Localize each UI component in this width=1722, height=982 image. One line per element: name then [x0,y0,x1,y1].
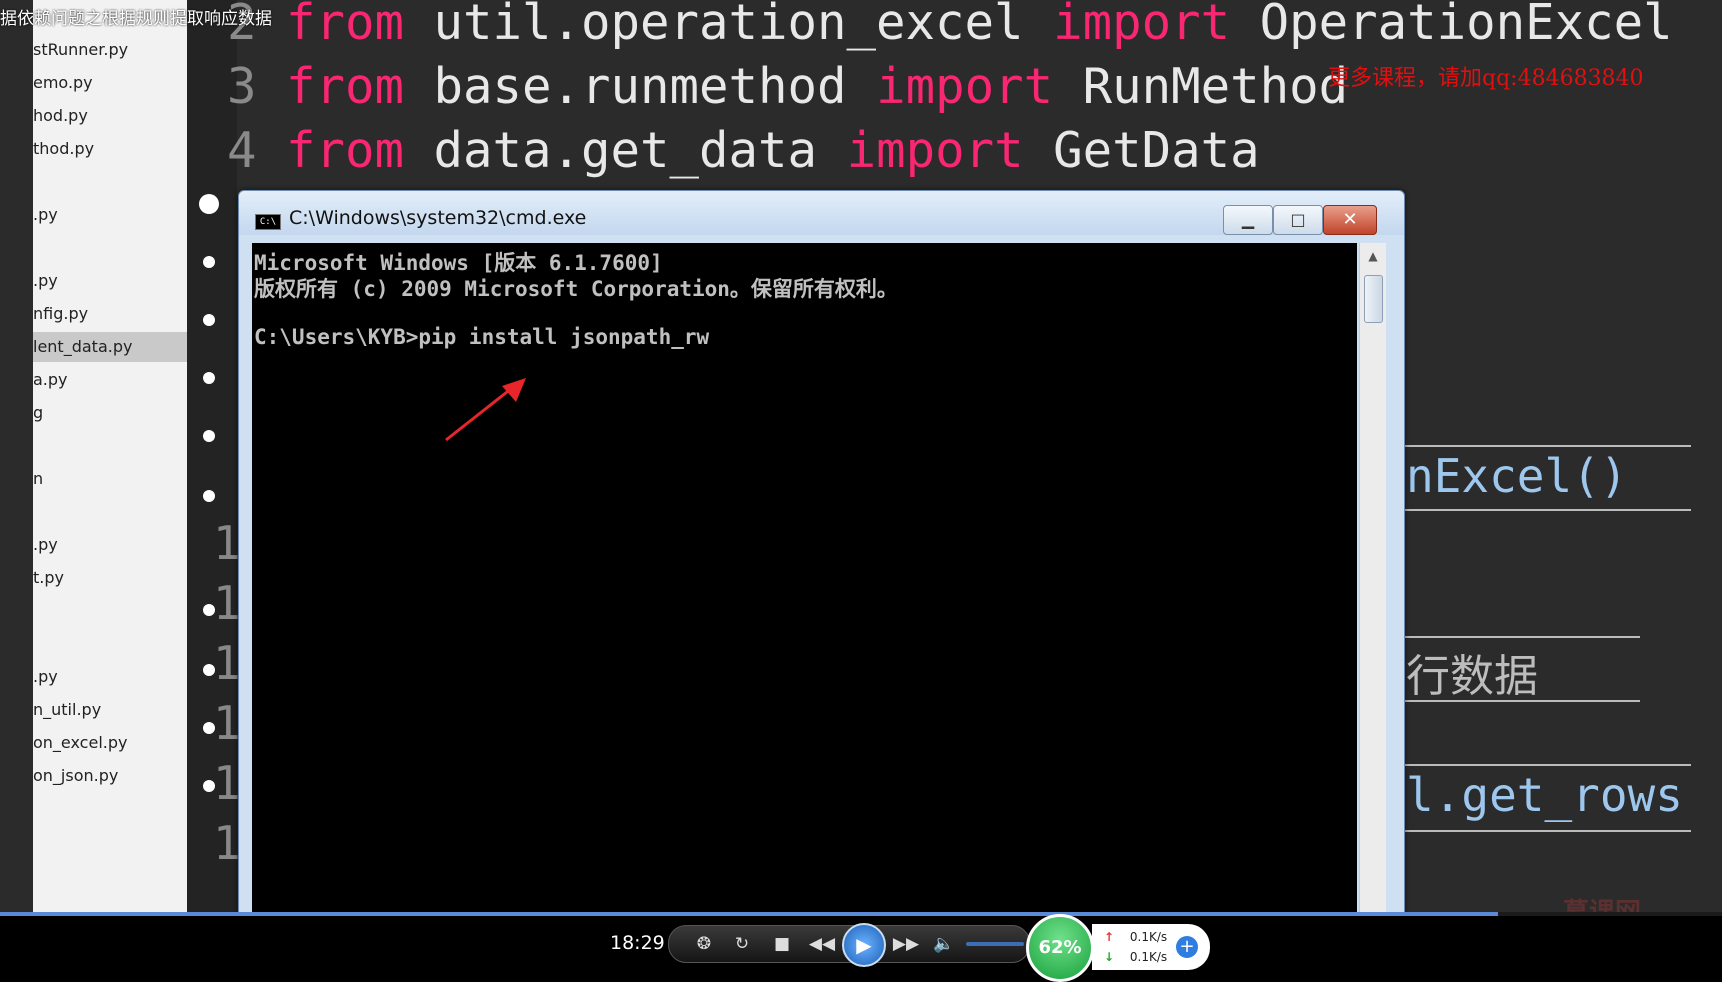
stop-button[interactable]: ■ [767,926,797,962]
file-tree-item[interactable]: thod.py [33,134,187,164]
breakpoint-dot [203,256,215,268]
code-keyword: from [286,58,405,115]
line-number: 4 [227,122,257,179]
code-token: RunMethod [1053,58,1349,115]
fast-forward-button[interactable]: ▶▶ [891,926,921,962]
scroll-up-arrow-icon[interactable]: ▲ [1360,243,1386,269]
code-keyword: from [286,122,405,179]
line-number: 1 [213,696,241,750]
file-tree-item[interactable]: .py [33,200,187,230]
red-arrow-annotation-icon [445,378,526,442]
close-button[interactable]: ✕ [1323,205,1377,235]
breakpoint-dot [203,430,215,442]
breakpoint-dot [203,490,215,502]
replay-icon[interactable]: ↻ [727,926,757,962]
line-number: 1 [213,516,241,570]
video-frame[interactable]: stRunner.py emo.py hod.py thod.py .py .py nfig… [0,0,1722,912]
file-tree-item[interactable]: emo.py [33,68,187,98]
line-number: 1 [213,756,241,810]
code-keyword: import [1053,0,1231,51]
file-tree-item[interactable]: a.py [33,365,187,395]
file-tree-item[interactable]: stRunner.py [33,35,187,65]
file-tree-item[interactable]: .py [33,662,187,692]
code-line: 4 from data.get_data import GetData [227,122,1260,179]
player-control-bar: 18:29 ❂ ↻ ■ ◀◀ ▶ ▶▶ 🔈 62% ↑ 0.1K/s ↓ 0.1… [0,914,1722,982]
volume-icon[interactable]: 🔈 [929,926,959,962]
file-tree-item[interactable]: g [33,398,187,428]
code-keyword: from [286,0,405,51]
network-monitor: ↑ 0.1K/s ↓ 0.1K/s + [1092,924,1210,970]
comment-fragment-box: 行数据 [1402,636,1640,702]
upload-rate: ↑ 0.1K/s [1104,930,1168,944]
file-tree-item[interactable]: lent_data.py [33,332,187,362]
volume-slider[interactable] [966,942,1024,946]
video-title: 据依赖问题之根据规则提取响应数据 [0,9,272,29]
scroll-thumb[interactable] [1364,275,1383,323]
playback-time: 18:29 [610,932,665,954]
plus-icon[interactable]: + [1176,936,1198,958]
file-tree-item[interactable]: n_util.py [33,695,187,725]
line-number: 1 [213,636,241,690]
code-line: 3 from base.runmethod import RunMethod [227,58,1348,115]
cmd-window[interactable]: C:\ C:\Windows\system32\cmd.exe ▁ □ ✕ Mi… [238,190,1405,912]
code-fragment: l.get_rows [1406,768,1683,822]
console-prompt-line: C:\Users\KYB>pip install jsonpath_rw [254,325,710,349]
line-number: 3 [227,58,257,115]
minimize-icon: ▁ [1241,210,1255,229]
code-line: 2 from util.operation_excel import Opera… [227,0,1673,51]
code-fragment: nExcel() [1406,449,1628,503]
file-tree-item[interactable]: .py [33,266,187,296]
line-number: 1 [213,576,241,630]
code-token: GetData [1023,122,1260,179]
cmd-window-title: C:\Windows\system32\cmd.exe [289,207,587,229]
code-fragment-box: nExcel() [1402,445,1691,511]
code-fragment-box: l.get_rows [1402,764,1691,832]
code-token: data.get_data [404,122,847,179]
vortex-icon[interactable]: ❂ [689,926,719,962]
file-tree-item[interactable]: n [33,464,187,494]
code-keyword: import [846,122,1024,179]
minimize-button[interactable]: ▁ [1223,205,1273,235]
code-token: util.operation_excel [404,0,1054,51]
play-button[interactable]: ▶ [842,923,886,967]
file-tree-panel: stRunner.py emo.py hod.py thod.py .py .py nfig… [33,0,187,912]
cmd-icon: C:\ [255,214,281,230]
file-tree-item[interactable]: nfig.py [33,299,187,329]
close-icon: ✕ [1342,209,1358,230]
breakpoint-dot [203,314,215,326]
download-rate: ↓ 0.1K/s [1104,950,1168,964]
console-line: 版权所有 (c) 2009 Microsoft Corporation。保留所有… [254,277,898,301]
file-tree-item[interactable]: .py [33,530,187,560]
code-token: OperationExcel [1230,0,1673,51]
console-output[interactable]: Microsoft Windows [版本 6.1.7600] 版权所有 (c)… [252,243,1357,912]
network-speed-badge[interactable]: 62% [1026,914,1094,982]
maximize-icon: □ [1290,210,1306,229]
watermark-text: 更多课程，请加qq:484683840 [1328,66,1644,91]
console-scrollbar[interactable]: ▲ [1359,243,1386,912]
code-keyword: import [876,58,1054,115]
breakpoint-dot [199,194,219,214]
file-tree-item[interactable]: on_json.py [33,761,187,791]
file-tree-item[interactable]: t.py [33,563,187,593]
code-token: base.runmethod [404,58,877,115]
upload-arrow-icon: ↑ [1104,930,1115,944]
file-tree-item[interactable]: hod.py [33,101,187,131]
maximize-button[interactable]: □ [1273,205,1323,235]
comment-fragment: 行数据 [1406,651,1538,702]
breakpoint-dot [203,372,215,384]
download-arrow-icon: ↓ [1104,950,1115,964]
site-logo: 慕课网 [1563,892,1641,912]
rewind-button[interactable]: ◀◀ [807,926,837,962]
cmd-titlebar[interactable]: C:\ C:\Windows\system32\cmd.exe ▁ □ ✕ [239,191,1404,235]
file-tree-item[interactable]: on_excel.py [33,728,187,758]
line-number: 1 [213,816,241,870]
